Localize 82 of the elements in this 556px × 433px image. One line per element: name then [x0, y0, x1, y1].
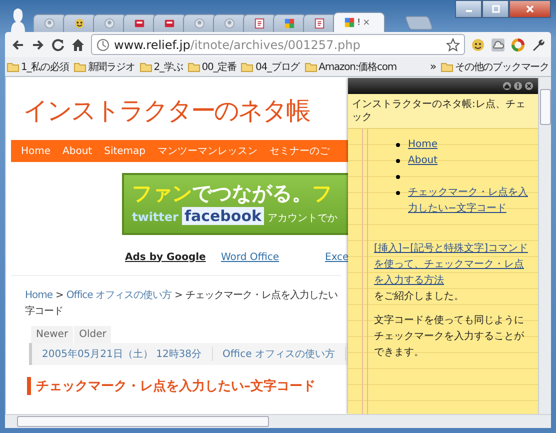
reload-icon[interactable]	[51, 38, 65, 52]
page-icon	[254, 18, 265, 29]
post-date: 2005年05月21日（土） 12時38分	[32, 347, 213, 361]
info-icon[interactable]	[514, 82, 522, 90]
bookmark-item[interactable]: 00_定番	[188, 60, 236, 74]
browser-tab[interactable]: ! ×	[333, 12, 385, 32]
close-icon[interactable]: ×	[362, 18, 370, 28]
bullet-icon	[396, 191, 400, 195]
browser-tab[interactable]	[243, 14, 277, 32]
bookmark-item[interactable]: 2_学ぶ	[140, 60, 183, 74]
folder-icon	[188, 62, 200, 72]
breadcrumb-current: 字コード	[25, 304, 64, 319]
panel-text: をご紹介しました。	[374, 291, 464, 302]
other-bookmarks[interactable]: その他のブックマーク	[440, 60, 549, 74]
folder-icon	[241, 62, 254, 72]
url-text: www.relief.jp/itnote/archives/001257.php	[114, 38, 360, 52]
breadcrumb-current: チェックマーク・レ点を入力したい	[185, 288, 338, 303]
ads-label[interactable]: Ads by Google	[125, 252, 221, 262]
ad-link[interactable]: Word Office	[221, 252, 325, 262]
panel-link[interactable]: Home	[408, 137, 438, 153]
panel-paragraph: 文字コードを使っても同じようにチェックマークを入力することができます。	[374, 314, 525, 360]
ad-link[interactable]: Exce	[325, 252, 349, 262]
home-icon[interactable]	[503, 82, 511, 90]
browser-tab[interactable]	[63, 14, 97, 32]
folder-icon	[7, 62, 19, 72]
bookmark-item[interactable]: Amazon:価格com	[304, 60, 397, 74]
maximize-button[interactable]	[482, 0, 509, 18]
back-icon[interactable]	[11, 38, 25, 52]
category-link[interactable]: Office オフィスの使い方	[212, 347, 346, 361]
browser-tab[interactable]	[123, 14, 157, 32]
close-icon[interactable]	[525, 82, 533, 90]
tile-icon	[164, 18, 175, 29]
vertical-scrollbar[interactable]	[538, 77, 551, 414]
tab-title: !	[357, 18, 361, 28]
close-icon	[526, 5, 534, 13]
banner-text: アカウントでか	[268, 212, 338, 225]
cloud-icon[interactable]	[491, 38, 505, 52]
maximize-icon	[492, 5, 500, 13]
breadcrumb-link[interactable]: Office オフィスの使い方	[66, 288, 172, 304]
bullet-icon	[396, 175, 400, 179]
panel-link[interactable]: About	[408, 153, 438, 169]
folder-icon	[140, 62, 152, 72]
smiley-icon[interactable]	[471, 38, 485, 52]
folder-icon	[304, 62, 317, 72]
more-bookmarks-button[interactable]: »	[430, 60, 436, 73]
banner-text: twitter	[132, 210, 178, 224]
folder-icon	[440, 62, 453, 72]
star-icon[interactable]	[446, 38, 460, 52]
wrench-icon[interactable]	[531, 38, 545, 52]
breadcrumb-separator: >	[56, 289, 64, 303]
breadcrumb-separator: >	[174, 289, 182, 303]
close-button[interactable]	[509, 0, 551, 18]
page-icon	[314, 18, 325, 29]
panel-link[interactable]: チェックマーク・レ点を入力したい−文字コード	[408, 185, 530, 217]
bookmark-item[interactable]: 新聞ラジオ	[74, 60, 135, 74]
bullet-icon	[396, 143, 400, 147]
panel-link[interactable]: [挿入]−[記号と特殊文字]コマンドを使って、チェックマーク・レ点を入力する方法	[374, 241, 530, 289]
bullet-icon	[396, 159, 400, 163]
bookmark-item[interactable]: 04_ブログ	[241, 60, 300, 74]
person-icon	[224, 18, 235, 29]
breadcrumb-link[interactable]: Home	[25, 288, 53, 304]
browser-tab[interactable]	[153, 14, 187, 32]
site-title[interactable]: インストラクターのネタ帳	[23, 94, 309, 127]
smiley-icon	[74, 18, 85, 29]
person-icon	[44, 18, 55, 29]
address-bar[interactable]: www.relief.jp/itnote/archives/001257.php	[91, 34, 465, 55]
bookmark-item[interactable]: 1_私の必須	[7, 60, 69, 74]
tile-icon	[134, 18, 145, 29]
banner-text: facebook	[182, 207, 264, 225]
minimize-button[interactable]	[455, 0, 482, 18]
home-icon[interactable]	[71, 38, 85, 52]
forward-icon[interactable]	[31, 38, 45, 52]
horizontal-scrollbar[interactable]	[5, 414, 551, 428]
squares-icon	[284, 18, 295, 29]
squares-icon	[344, 17, 355, 28]
banner-headline: ファンでつながる。フ	[132, 181, 333, 205]
panel-title: インストラクターのネタ帳:レ点、チェック	[348, 94, 538, 129]
browser-tab[interactable]	[273, 14, 307, 32]
person-icon	[194, 18, 205, 29]
ring-icon[interactable]	[511, 38, 525, 52]
folder-icon	[74, 62, 86, 72]
person-icon	[104, 18, 115, 29]
